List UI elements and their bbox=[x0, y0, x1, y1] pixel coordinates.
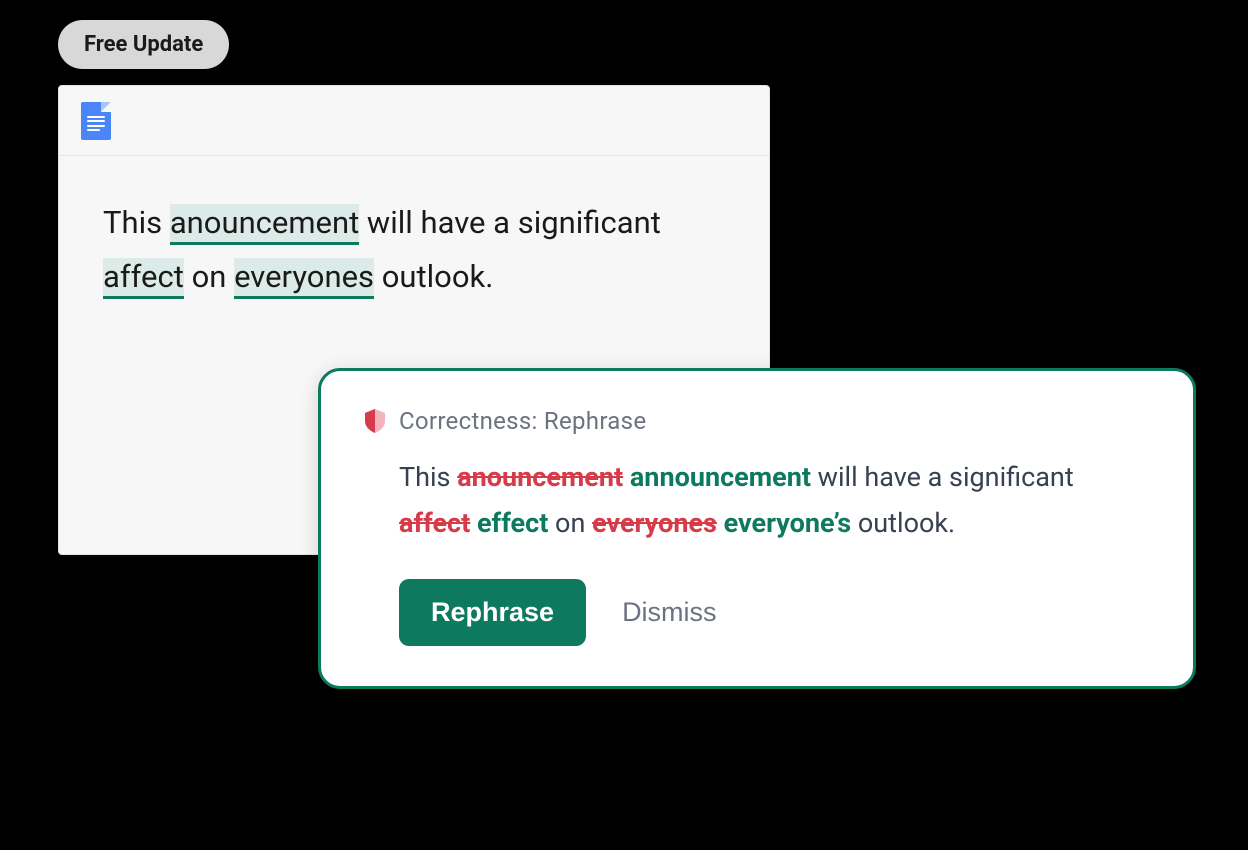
flagged-word-anouncement[interactable]: anouncement bbox=[170, 204, 359, 245]
suggestion-actions: Rephrase Dismiss bbox=[399, 579, 1149, 646]
doc-text: This bbox=[103, 204, 170, 241]
sug-strike-anouncement: anouncement bbox=[457, 461, 623, 493]
sug-fix-everyones: everyone’s bbox=[724, 507, 852, 539]
flagged-word-affect[interactable]: affect bbox=[103, 258, 184, 299]
sug-plain bbox=[717, 507, 724, 539]
doc-text: outlook. bbox=[374, 258, 493, 295]
rephrase-button[interactable]: Rephrase bbox=[399, 579, 586, 646]
dismiss-button[interactable]: Dismiss bbox=[622, 597, 717, 628]
google-docs-icon bbox=[81, 102, 111, 140]
shield-icon bbox=[365, 409, 385, 433]
sug-plain: This bbox=[399, 461, 457, 493]
sug-strike-affect: affect bbox=[399, 507, 470, 539]
suggestion-header: Correctness: Rephrase bbox=[365, 407, 1149, 435]
sug-plain: will have a significant bbox=[811, 461, 1074, 493]
doc-text: will have a significant bbox=[359, 204, 661, 241]
sug-plain: outlook. bbox=[851, 507, 955, 539]
sug-strike-everyones: everyones bbox=[592, 507, 717, 539]
sug-fix-effect: effect bbox=[477, 507, 548, 539]
sug-plain bbox=[623, 461, 630, 493]
sug-fix-announcement: announcement bbox=[630, 461, 811, 493]
suggestion-text: This anouncement announcement will have … bbox=[399, 455, 1149, 547]
suggestion-card: Correctness: Rephrase This anouncement a… bbox=[318, 368, 1196, 689]
free-update-badge: Free Update bbox=[58, 20, 229, 69]
doc-text: on bbox=[184, 258, 234, 295]
document-body[interactable]: This anouncement will have a significant… bbox=[59, 156, 769, 345]
sug-plain: on bbox=[548, 507, 592, 539]
document-header bbox=[59, 86, 769, 156]
suggestion-category: Correctness: Rephrase bbox=[399, 407, 646, 435]
flagged-word-everyones[interactable]: everyones bbox=[234, 258, 374, 299]
sug-plain bbox=[470, 507, 477, 539]
